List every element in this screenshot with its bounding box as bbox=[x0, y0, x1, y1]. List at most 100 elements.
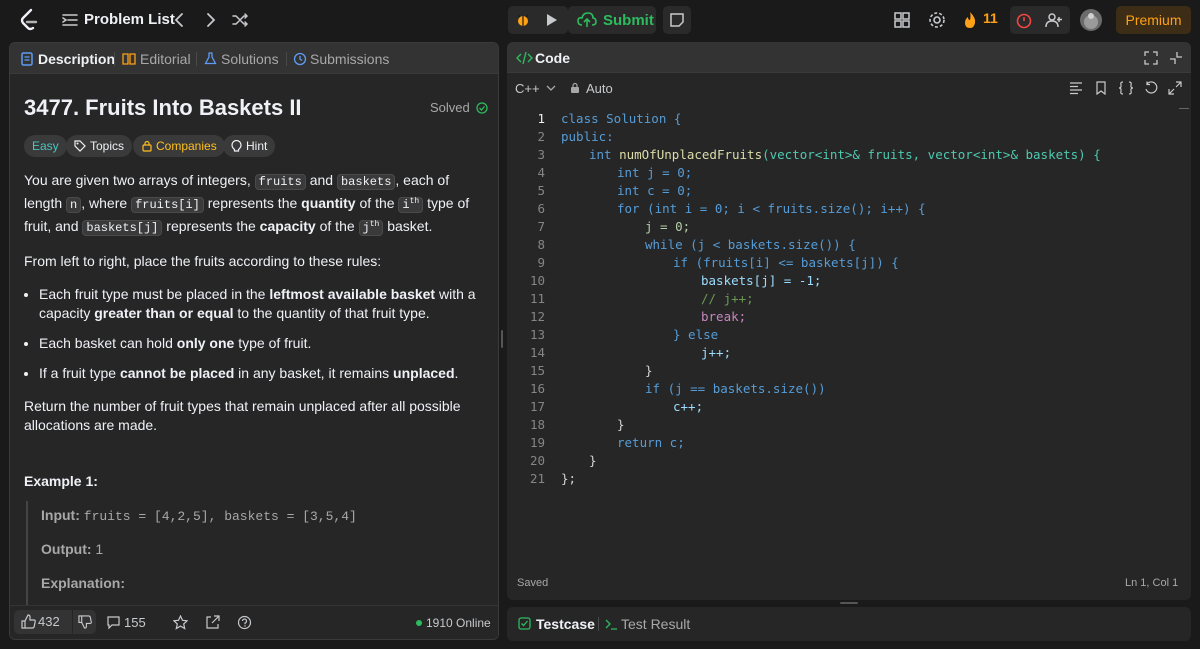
description-paragraph: From left to right, place the fruits acc… bbox=[24, 253, 382, 269]
chevron-right-icon[interactable] bbox=[200, 10, 220, 30]
line-number: 2 bbox=[537, 129, 545, 144]
tab-testcase[interactable]: Testcase bbox=[536, 616, 595, 632]
lightbulb-icon bbox=[231, 140, 242, 152]
tab-divider bbox=[598, 617, 599, 631]
gear-icon[interactable] bbox=[927, 10, 947, 30]
maximize-icon[interactable] bbox=[1144, 51, 1158, 65]
help-icon[interactable] bbox=[237, 615, 252, 630]
language-select[interactable]: C++ bbox=[515, 81, 556, 96]
code-line: } bbox=[589, 453, 597, 468]
example-output: Output: 1 bbox=[41, 541, 104, 557]
like-dislike-group: 432 bbox=[14, 610, 96, 634]
collapse-icon[interactable] bbox=[1169, 51, 1183, 65]
companies-chip[interactable]: Companies bbox=[133, 135, 225, 157]
example-title: Example 1: bbox=[24, 473, 98, 489]
expand-icon[interactable] bbox=[1168, 81, 1182, 95]
timer-icon[interactable] bbox=[1015, 11, 1033, 29]
tab-solutions[interactable]: Solutions bbox=[221, 51, 279, 67]
braces-icon[interactable] bbox=[1118, 81, 1134, 95]
list-item: Each basket can hold only one type of fr… bbox=[39, 334, 486, 353]
code-line: for (int i = 0; i < fruits.size(); i++) … bbox=[617, 201, 926, 216]
divider bbox=[72, 610, 73, 634]
inline-code: baskets[j] bbox=[82, 220, 163, 236]
lock-icon bbox=[142, 140, 152, 152]
online-dot bbox=[416, 620, 422, 626]
line-number: 7 bbox=[537, 219, 545, 234]
thumbs-up-icon[interactable] bbox=[21, 614, 36, 629]
tab-description[interactable]: Description bbox=[38, 51, 115, 67]
inline-code: fruits bbox=[254, 174, 306, 190]
line-number: 12 bbox=[529, 309, 545, 324]
flask-icon bbox=[204, 52, 217, 65]
tab-test-result[interactable]: Test Result bbox=[621, 616, 690, 632]
description-footer: 432 155 1910 Online bbox=[10, 605, 498, 639]
tab-code[interactable]: Code bbox=[535, 50, 570, 66]
topics-chip[interactable]: Topics bbox=[66, 135, 133, 157]
companies-label: Companies bbox=[156, 139, 217, 153]
streak-count[interactable]: 11 bbox=[983, 10, 998, 26]
inline-code: fruits[i] bbox=[131, 197, 204, 213]
check-circle-icon bbox=[476, 102, 489, 114]
code-panel: Code C++ Auto 1 2 3 4 5 6 7 8 9 10 11 12… bbox=[507, 42, 1191, 600]
code-line: int numOfUnplacedFruits(vector<int>& fru… bbox=[589, 147, 1101, 162]
like-count[interactable]: 432 bbox=[38, 614, 60, 629]
resize-handle[interactable] bbox=[501, 330, 503, 348]
inline-code: baskets bbox=[336, 174, 396, 190]
editor-toolbar: C++ Auto bbox=[507, 74, 1191, 102]
list-item: If a fruit type cannot be placed in any … bbox=[39, 364, 486, 383]
share-icon[interactable] bbox=[205, 615, 220, 630]
chevron-left-icon[interactable] bbox=[170, 10, 190, 30]
scrollbar-marker bbox=[1179, 108, 1189, 109]
submit-label: Submit bbox=[603, 12, 654, 29]
checkbox-icon bbox=[518, 617, 531, 630]
layout-icon[interactable] bbox=[892, 10, 912, 30]
format-icon[interactable] bbox=[1069, 81, 1083, 95]
testcase-panel: Testcase Test Result bbox=[507, 607, 1191, 641]
difficulty-badge[interactable]: Easy bbox=[24, 135, 67, 157]
document-icon bbox=[21, 52, 33, 66]
notes-button[interactable] bbox=[663, 6, 691, 34]
cursor-position: Ln 1, Col 1 bbox=[1125, 577, 1179, 589]
inline-code: ith bbox=[398, 197, 424, 213]
resize-handle[interactable] bbox=[840, 602, 858, 604]
run-icon[interactable] bbox=[543, 12, 559, 28]
code-line: return c; bbox=[617, 435, 685, 450]
auto-mode[interactable]: Auto bbox=[586, 81, 613, 96]
line-number: 6 bbox=[537, 201, 545, 216]
problem-title[interactable]: 3477. Fruits Into Baskets II bbox=[24, 95, 302, 121]
timer-account-group bbox=[1010, 6, 1070, 34]
list-icon[interactable] bbox=[60, 10, 80, 30]
avatar[interactable] bbox=[1080, 9, 1102, 31]
chevron-down-icon bbox=[546, 85, 556, 91]
premium-button[interactable]: Premium bbox=[1116, 6, 1191, 34]
comment-icon[interactable] bbox=[106, 615, 121, 630]
debug-icon[interactable] bbox=[514, 11, 532, 29]
code-line: j++; bbox=[701, 345, 732, 360]
cloud-upload-icon bbox=[577, 12, 597, 27]
terminal-icon bbox=[605, 619, 617, 630]
line-number: 21 bbox=[529, 471, 545, 486]
add-user-icon[interactable] bbox=[1045, 11, 1063, 29]
book-icon bbox=[122, 53, 136, 65]
description-panel: Description Editorial Solutions Submissi… bbox=[9, 42, 499, 640]
line-number: 19 bbox=[529, 435, 545, 450]
leetcode-logo-icon[interactable] bbox=[18, 8, 40, 32]
submit-button[interactable]: Submit bbox=[568, 6, 656, 34]
comment-count[interactable]: 155 bbox=[124, 615, 146, 630]
problem-list-link[interactable]: Problem List bbox=[84, 11, 175, 28]
example-input: Input: fruits = [4,2,5], baskets = [3,5,… bbox=[41, 507, 357, 524]
bookmark-icon[interactable] bbox=[1095, 81, 1107, 95]
code-line: break; bbox=[701, 309, 747, 324]
code-line: int c = 0; bbox=[617, 183, 693, 198]
description-tabbar: Description Editorial Solutions Submissi… bbox=[10, 43, 498, 74]
line-number: 15 bbox=[529, 363, 545, 378]
reset-icon[interactable] bbox=[1144, 81, 1158, 95]
thumbs-down-icon[interactable] bbox=[78, 615, 92, 629]
tab-editorial[interactable]: Editorial bbox=[140, 51, 191, 67]
shuffle-icon[interactable] bbox=[230, 10, 250, 30]
hint-chip[interactable]: Hint bbox=[223, 135, 276, 157]
fire-icon[interactable] bbox=[962, 11, 978, 29]
star-icon[interactable] bbox=[173, 615, 188, 630]
tab-submissions[interactable]: Submissions bbox=[310, 51, 389, 67]
code-line: baskets[j] = -1; bbox=[701, 273, 822, 288]
